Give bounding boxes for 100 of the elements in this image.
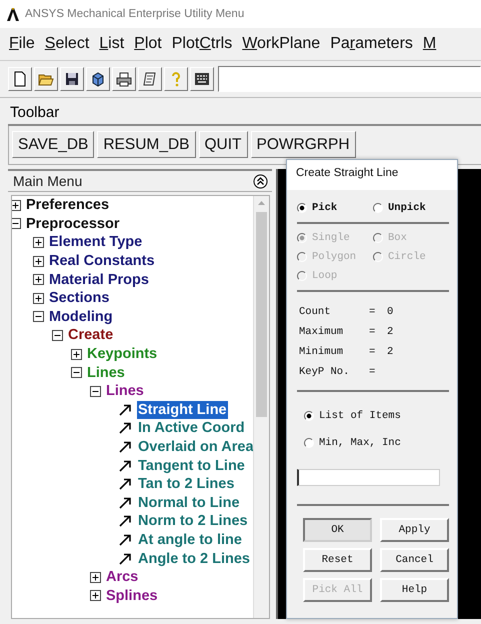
menu-item[interactable]: PlotCtrls: [172, 35, 232, 53]
dialog-button[interactable]: Help: [380, 578, 449, 602]
help-icon[interactable]: [164, 67, 188, 91]
new-file-icon[interactable]: [8, 67, 32, 91]
save-icon[interactable]: [60, 67, 84, 91]
menu-item[interactable]: Tangent to Line: [137, 456, 246, 475]
arrow-icon: [119, 422, 133, 434]
option-label: Min, Max, Inc: [319, 437, 401, 449]
expand-icon[interactable]: [90, 590, 101, 602]
scroll-thumb[interactable]: [256, 212, 267, 417]
collapse-icon[interactable]: [253, 174, 268, 188]
stat-value: 2: [387, 346, 394, 358]
option-label: Circle: [388, 251, 426, 263]
option-label: Polygon: [312, 251, 356, 263]
scrollbar[interactable]: [253, 196, 269, 618]
collapse-icon[interactable]: [33, 311, 44, 322]
option-label: Loop: [312, 270, 338, 282]
menu-item[interactable]: Material Props: [48, 270, 150, 289]
menu-item[interactable]: Normal to Line: [137, 494, 241, 512]
stat-label: Minimum: [299, 346, 344, 358]
keyboard-icon[interactable]: [190, 67, 214, 91]
logo-icon: [6, 7, 20, 21]
arrow-icon: [119, 441, 133, 454]
option-label: List of Items: [319, 410, 401, 422]
arrow-icon: [119, 515, 133, 528]
menu-item[interactable]: Preprocessor: [25, 214, 120, 233]
toolbar-button[interactable]: SAVE_DB: [12, 131, 94, 158]
menu-item[interactable]: Lines: [86, 364, 126, 382]
expand-icon[interactable]: [33, 236, 44, 248]
toolbar-button[interactable]: POWRGRPH: [250, 131, 356, 158]
menu-item[interactable]: Angle to 2 Lines: [137, 550, 251, 568]
report-icon[interactable]: [138, 67, 162, 91]
menu-item[interactable]: WorkPlane: [242, 35, 320, 53]
collapse-icon[interactable]: [52, 330, 63, 341]
menu-item[interactable]: Element Type: [48, 233, 144, 252]
expand-icon[interactable]: [71, 348, 82, 360]
radio-button[interactable]: [304, 438, 314, 448]
menu-item[interactable]: Tan to 2 Lines: [137, 475, 236, 494]
menu-item[interactable]: Lines: [105, 382, 145, 400]
expand-icon[interactable]: [33, 274, 44, 286]
menu-item[interactable]: Straight Line: [137, 400, 228, 419]
equals-sign: =: [369, 366, 376, 378]
option-label: Pick: [312, 202, 338, 214]
menu-item[interactable]: Splines: [105, 586, 159, 605]
collapse-icon[interactable]: [12, 218, 21, 230]
printer-icon[interactable]: [112, 67, 136, 91]
option-label: Box: [388, 232, 407, 244]
equals-sign: =: [369, 326, 376, 338]
arrow-icon: [119, 404, 133, 416]
expand-icon[interactable]: [90, 572, 101, 583]
arrow-icon: [119, 460, 133, 472]
equals-sign: =: [369, 346, 376, 358]
arrow-icon: [119, 496, 133, 509]
expand-icon[interactable]: [33, 256, 44, 267]
menu-item[interactable]: At angle to line: [137, 530, 243, 549]
arrow-icon: [119, 534, 133, 546]
expand-icon[interactable]: [33, 292, 44, 304]
radio-button[interactable]: [373, 203, 383, 213]
stat-label: Maximum: [299, 326, 344, 338]
menu-item[interactable]: File: [9, 35, 35, 53]
menu-item[interactable]: Select: [44, 35, 90, 53]
menu-item[interactable]: Keypoints: [86, 345, 158, 364]
menu-item[interactable]: Real Constants: [48, 252, 156, 270]
cube-icon[interactable]: [86, 67, 110, 91]
dialog-button[interactable]: OK: [303, 518, 372, 542]
menu-item[interactable]: Sections: [48, 289, 110, 308]
radio-button[interactable]: [304, 411, 314, 421]
stat-value: 0: [387, 306, 394, 318]
menu-item[interactable]: Create: [67, 326, 114, 344]
dialog-button[interactable]: Cancel: [380, 548, 449, 572]
menu-item[interactable]: List: [99, 35, 124, 53]
text-input-field[interactable]: [297, 469, 440, 486]
option-label: Single: [312, 232, 350, 244]
stat-label: Count: [299, 306, 332, 318]
menu-item[interactable]: Norm to 2 Lines: [137, 512, 249, 530]
menu-item[interactable]: M: [422, 35, 436, 53]
menu-item[interactable]: Parameters: [330, 35, 413, 53]
arrow-icon: [119, 552, 133, 565]
menu-item[interactable]: In Active Coord: [137, 419, 246, 438]
window-title: ANSYS Mechanical Enterprise Utility Menu: [25, 8, 244, 20]
expand-icon[interactable]: [12, 200, 21, 211]
dialog-title: Create Straight Line: [287, 160, 457, 190]
menu-item[interactable]: Modeling: [48, 308, 114, 326]
menu-item[interactable]: Plot: [134, 35, 162, 53]
dialog-button[interactable]: Apply: [380, 518, 449, 542]
collapse-icon[interactable]: [90, 386, 101, 397]
command-input-field[interactable]: [218, 66, 481, 92]
toolbar-button[interactable]: RESUM_DB: [97, 131, 196, 158]
toolbar-button[interactable]: QUIT: [198, 131, 248, 158]
menu-item[interactable]: Preferences: [25, 196, 110, 214]
arrow-icon: [119, 478, 133, 490]
stat-value: 2: [387, 326, 394, 338]
collapse-icon[interactable]: [71, 367, 82, 378]
open-folder-icon[interactable]: [34, 67, 58, 91]
panel-title: Main Menu: [13, 173, 82, 189]
option-label: Unpick: [388, 202, 426, 214]
menu-item[interactable]: Arcs: [105, 568, 140, 586]
equals-sign: =: [369, 306, 376, 318]
radio-button[interactable]: [297, 203, 307, 213]
dialog-button[interactable]: Reset: [303, 548, 372, 572]
